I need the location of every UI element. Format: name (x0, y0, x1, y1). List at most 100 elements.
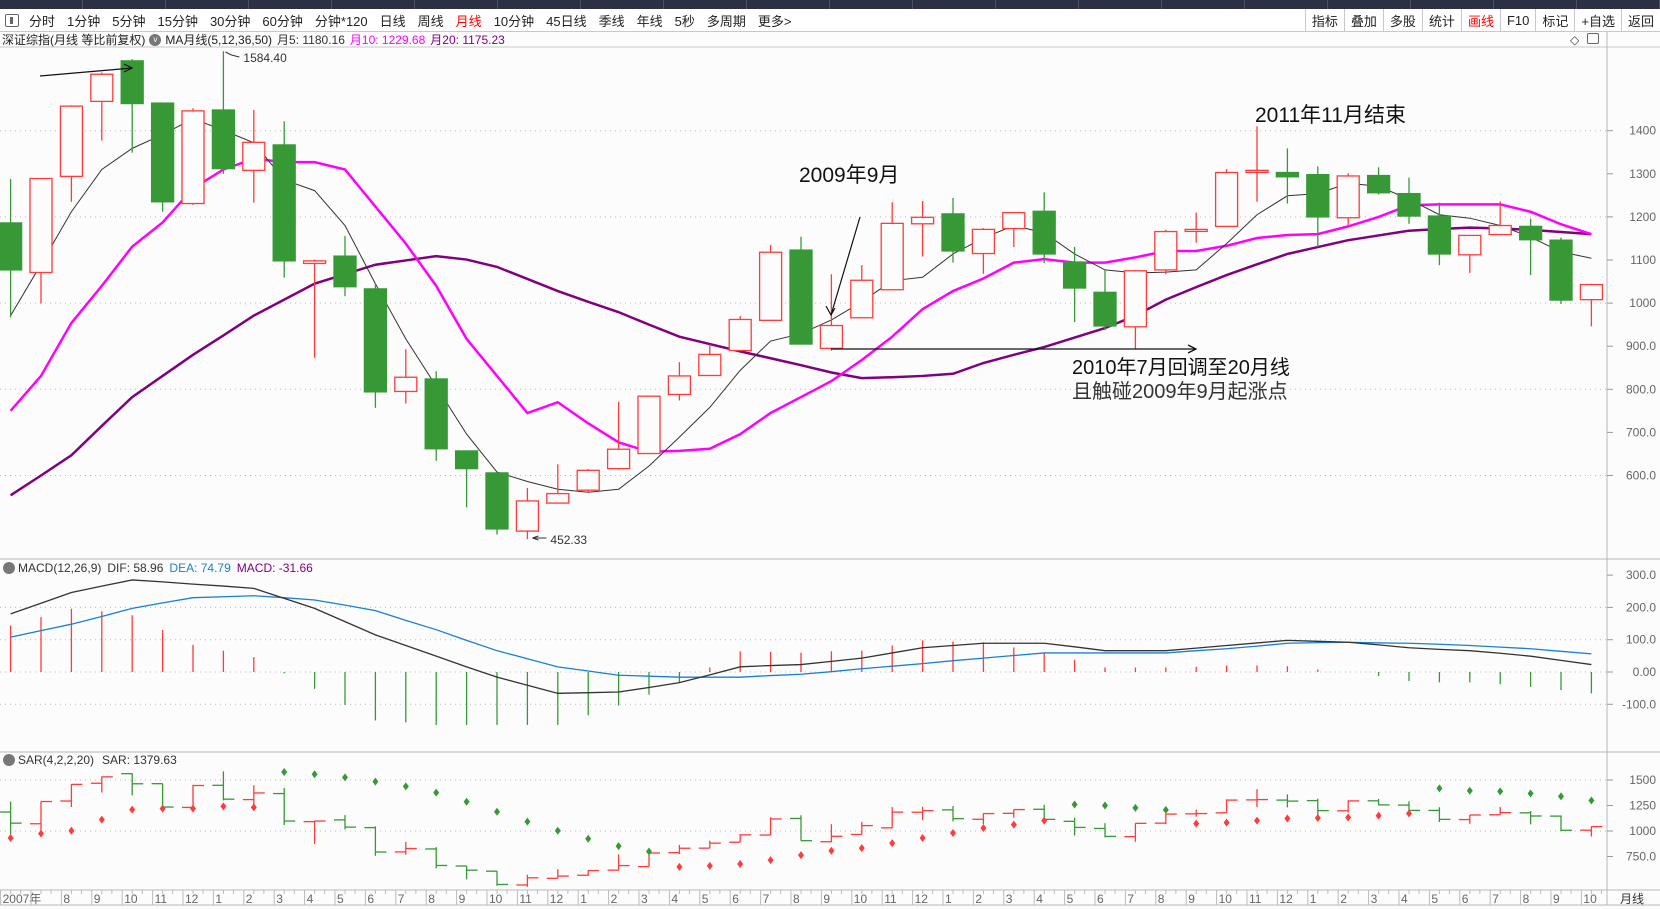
sar-ohlc-bar-38 (1154, 813, 1177, 825)
low-price-label: 452.33 (550, 533, 587, 547)
macd-tick-label: -100.0 (1622, 697, 1656, 711)
candle-46 (1397, 177, 1421, 224)
sar-ohlc-bar-12 (364, 826, 387, 856)
sar-ohlc-bar-40 (1215, 799, 1238, 814)
sar-dot (1558, 792, 1564, 801)
candle-25 (758, 244, 783, 321)
x-axis-label: 11 (1249, 892, 1262, 906)
sar-ohlc-bar-9 (273, 787, 296, 825)
stock-chart[interactable]: 1400 1300 1200 1100 1000 900.0 800.0 700.0 600.0… (0, 0, 1660, 909)
x-axis-label: 11 (884, 892, 897, 906)
sar-ohlc-bar-14 (425, 847, 448, 869)
sar-dot (1162, 805, 1169, 814)
sar-dot (311, 770, 318, 779)
candle-8 (242, 110, 266, 203)
candle-body (424, 378, 448, 450)
sar-ohlc-bar-35 (1063, 817, 1086, 836)
candle-1 (29, 177, 53, 304)
candle-5 (150, 102, 175, 212)
candle-38 (1154, 229, 1178, 275)
sar-ohlc-bar-4 (121, 773, 144, 796)
sar-ohlc-bar-20 (607, 854, 630, 871)
candle-3 (90, 72, 114, 141)
sar-ohlc-bar-33 (1002, 808, 1025, 818)
candle-body (941, 213, 965, 252)
price-tick-label: 800.0 (1626, 382, 1656, 396)
sar-ohlc-bar-29 (881, 807, 904, 829)
candle-body (1214, 171, 1239, 228)
sar-dot (159, 804, 166, 813)
sar-ohlc-bar-52 (1580, 825, 1603, 837)
candle-body (1579, 283, 1604, 301)
macd-header-item: MACD(12,26,9) (18, 561, 101, 575)
sar-value: SAR: 1379.63 (102, 753, 177, 767)
sar-ohlc-bar-23 (698, 840, 721, 849)
candle-body (1458, 234, 1482, 256)
candle-28 (850, 265, 874, 319)
sar-dot (524, 817, 531, 826)
sar-ohlc-bar-39 (1185, 809, 1208, 817)
candle-7 (211, 51, 236, 174)
candle-body (515, 500, 540, 532)
sar-dot (494, 807, 500, 816)
x-axis-label: 7 (398, 892, 405, 906)
candle-body (1366, 174, 1391, 194)
sar-dot (554, 826, 561, 835)
x-axis-label: 4 (1401, 892, 1408, 906)
sar-ohlc-bar-37 (1124, 822, 1147, 842)
candle-body (728, 318, 752, 352)
candle-body (29, 177, 53, 274)
sar-ohlc-bar-32 (972, 812, 995, 825)
x-axis-label: 9 (823, 892, 830, 906)
sar-tick-label: 1250 (1629, 799, 1656, 813)
sar-ohlc-bar-44 (1337, 800, 1360, 813)
sar-ohlc-bar-47 (1428, 807, 1451, 823)
sar-tick-label: 750.0 (1626, 850, 1656, 864)
candle-body (1154, 230, 1178, 271)
dif-line (10, 579, 1592, 694)
candle-52 (1579, 283, 1604, 327)
price-tick-label: 1100 (1630, 253, 1656, 267)
sar-dot (433, 788, 440, 797)
x-axis-label: 5 (1431, 892, 1438, 906)
x-axis-label: 5 (702, 892, 709, 906)
price-tick-label: 700.0 (1626, 425, 1656, 439)
sar-dot (402, 782, 409, 791)
macd-tick-label: 300.0 (1626, 568, 1656, 582)
candle-body (576, 469, 600, 491)
candle-40 (1214, 169, 1239, 228)
price-tick-label: 1400 (1629, 124, 1656, 138)
sar-ohlc-bar-24 (729, 834, 752, 843)
sar-ohlc-bar-36 (1094, 823, 1116, 838)
macd-header-item: DIF: 58.96 (107, 561, 163, 575)
x-axis-label: 4 (307, 892, 314, 906)
sar-dot (737, 859, 744, 868)
candle-body (1032, 210, 1056, 255)
candle-19 (576, 469, 600, 493)
x-axis-label: 12 (185, 892, 199, 906)
sar-dot (342, 773, 348, 782)
x-axis-label: 7 (1492, 892, 1499, 906)
annotation-2011-nov: 2011年11月结束 (1255, 104, 1406, 127)
candle-45 (1366, 167, 1391, 195)
sar-dot (463, 797, 470, 806)
x-axis-label: 8 (428, 892, 435, 906)
x-axis-label: 9 (94, 892, 101, 906)
x-axis-label: 2 (1340, 892, 1347, 906)
candle-body (363, 288, 388, 393)
candle-body (819, 324, 844, 350)
candle-24 (728, 316, 752, 352)
sar-dot (372, 777, 379, 786)
sar-dot (828, 846, 835, 855)
x-axis-label: 12 (550, 892, 564, 906)
candle-body (454, 450, 479, 470)
sar-ohlc-bar-17 (516, 874, 539, 887)
x-axis-label: 11 (155, 892, 168, 906)
candle-body (1306, 174, 1330, 218)
candle-23 (698, 344, 722, 377)
candle-body (1397, 192, 1421, 217)
x-axis-label: 5 (337, 892, 344, 906)
x-axis-label: 10 (854, 892, 868, 906)
high-price-label: 1584.40 (243, 51, 287, 65)
sar-dot (798, 851, 804, 860)
